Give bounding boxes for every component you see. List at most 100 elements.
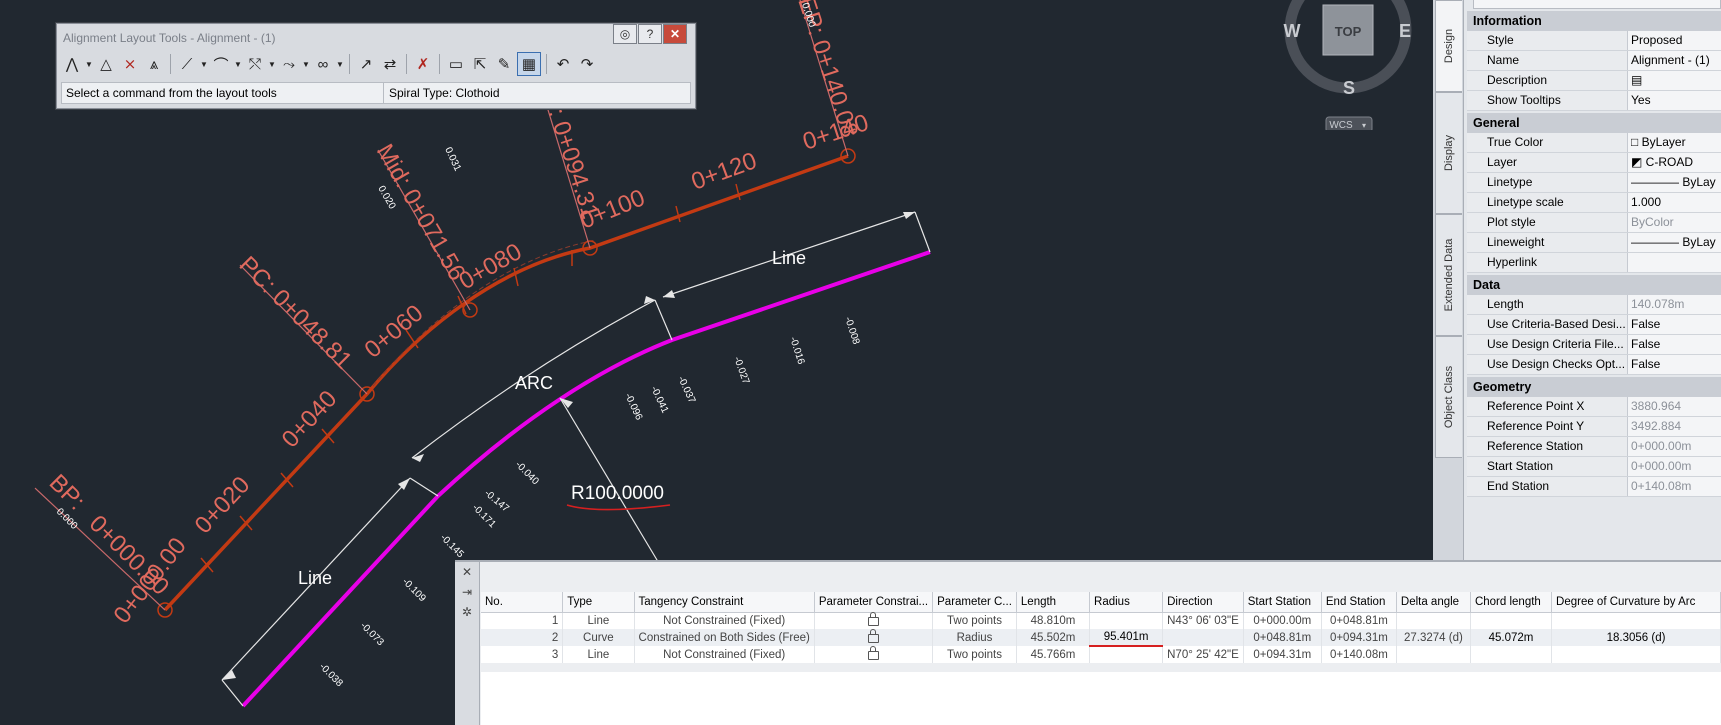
redo-icon[interactable]: ↷ [576, 53, 598, 75]
lock-icon[interactable] [814, 628, 934, 646]
lock-icon[interactable] [814, 645, 934, 663]
property-value[interactable]: ———— ByLay [1628, 173, 1721, 192]
search-field[interactable] [1473, 0, 1721, 9]
property-value[interactable]: ▤ [1628, 71, 1721, 90]
property-value[interactable]: ———— ByLay [1628, 233, 1721, 252]
table-cell[interactable] [1089, 612, 1164, 629]
tab-design[interactable]: Design [1435, 0, 1462, 92]
column-header[interactable]: Type [562, 592, 635, 613]
column-header[interactable]: No. [481, 592, 564, 613]
property-value[interactable]: 3880.964 [1628, 397, 1721, 416]
float-free-icon[interactable]: ∞ [312, 53, 334, 75]
property-row[interactable]: Reference Station 0+000.00m [1467, 437, 1721, 457]
toolbar-help-button[interactable]: ? [638, 24, 662, 44]
section-information[interactable]: Information [1467, 11, 1721, 31]
property-row[interactable]: Style Proposed [1467, 31, 1721, 51]
toolbar-close-button[interactable]: ✕ [663, 24, 687, 44]
convert-icon[interactable]: ↗ [355, 53, 377, 75]
chevron-down-icon[interactable]: ▼ [200, 53, 208, 75]
reverse-icon[interactable]: ⇄ [379, 53, 401, 75]
section-geometry[interactable]: Geometry [1467, 377, 1721, 397]
pi-edit-icon[interactable]: ⩓ [143, 53, 165, 75]
table-row[interactable]: 1 Line Not Constrained (Fixed) Two points 48… [481, 612, 1721, 629]
column-header[interactable]: Length [1016, 592, 1091, 613]
property-row[interactable]: Show Tooltips Yes [1467, 91, 1721, 111]
property-value[interactable]: False [1628, 335, 1721, 354]
table-row[interactable]: 3 Line Not Constrained (Fixed) Two points 45… [481, 645, 1721, 663]
property-row[interactable]: Plot style ByColor [1467, 213, 1721, 233]
chevron-down-icon[interactable]: ▼ [234, 53, 242, 75]
property-value[interactable]: Proposed [1628, 31, 1721, 50]
section-general[interactable]: General [1467, 113, 1721, 133]
pi-icon[interactable]: ⋀ [61, 53, 83, 75]
column-header[interactable]: Parameter Constrai... [814, 592, 934, 613]
property-row[interactable]: End Station 0+140.08m [1467, 477, 1721, 497]
chevron-down-icon[interactable]: ▼ [85, 53, 93, 75]
property-value[interactable]: ByColor [1628, 213, 1721, 232]
property-row[interactable]: Linetype scale 1.000 [1467, 193, 1721, 213]
property-value[interactable] [1628, 253, 1721, 272]
property-value[interactable]: ◩ C-ROAD [1628, 153, 1721, 172]
table-cell[interactable]: 48.810m [1016, 612, 1091, 629]
alignment-entities-panel[interactable]: ✕ ⇥ ✲ No. Type Tangency Constraint Paramete… [455, 560, 1721, 725]
tab-extended-data[interactable]: Extended Data [1435, 214, 1462, 336]
column-header[interactable]: Parameter C... [932, 592, 1017, 613]
line-tools-icon[interactable]: ⟋ [176, 53, 198, 75]
undo-icon[interactable]: ↶ [552, 53, 574, 75]
grid-view-icon[interactable]: ▦ [517, 52, 541, 76]
property-value[interactable]: □ ByLayer [1628, 133, 1721, 152]
section-data[interactable]: Data [1467, 275, 1721, 295]
property-value[interactable]: False [1628, 315, 1721, 334]
gear-icon[interactable]: ✲ [455, 602, 479, 622]
pin-icon[interactable]: ⇥ [455, 582, 479, 602]
table-cell[interactable] [1089, 646, 1164, 663]
chevron-down-icon[interactable]: ▼ [336, 53, 344, 75]
column-header[interactable]: Direction [1162, 592, 1244, 613]
property-row[interactable]: Hyperlink [1467, 253, 1721, 273]
property-value[interactable]: Yes [1628, 91, 1721, 110]
lock-icon[interactable] [814, 612, 934, 629]
property-row[interactable]: Reference Point X 3880.964 [1467, 397, 1721, 417]
property-value[interactable]: 0+000.00m [1628, 437, 1721, 456]
property-row[interactable]: Use Criteria-Based Desi... False [1467, 315, 1721, 335]
table-cell[interactable]: 95.401m [1089, 629, 1164, 647]
delete-entity-icon[interactable]: ✗ [412, 53, 434, 75]
table-row[interactable]: 2 Curve Constrained on Both Sides (Free) Ra… [481, 628, 1721, 647]
column-header[interactable]: Tangency Constraint [634, 592, 815, 613]
column-header[interactable]: Chord length [1470, 592, 1553, 613]
spiral-tools-icon[interactable]: ⤳ [278, 53, 300, 75]
property-value[interactable]: False [1628, 355, 1721, 374]
property-row[interactable]: Start Station 0+000.00m [1467, 457, 1721, 477]
close-icon[interactable]: ✕ [455, 562, 479, 582]
column-header[interactable]: Start Station [1243, 592, 1322, 613]
point-delete-icon[interactable]: ⨯ [119, 53, 141, 75]
property-value[interactable]: 1.000 [1628, 193, 1721, 212]
chevron-down-icon[interactable]: ▼ [268, 53, 276, 75]
chevron-down-icon[interactable]: ▼ [302, 53, 310, 75]
point-add-icon[interactable]: △ [95, 53, 117, 75]
property-row[interactable]: Layer ◩ C-ROAD [1467, 153, 1721, 173]
entity-editor-icon[interactable]: ✎ [493, 53, 515, 75]
column-header[interactable]: Degree of Curvature by Arc [1551, 592, 1721, 613]
property-row[interactable]: Reference Point Y 3492.884 [1467, 417, 1721, 437]
property-row[interactable]: Description ▤ [1467, 71, 1721, 91]
column-header[interactable]: Delta angle [1396, 592, 1471, 613]
property-row[interactable]: True Color □ ByLayer [1467, 133, 1721, 153]
edit-geometry-icon[interactable]: ▭ [445, 53, 467, 75]
property-row[interactable]: Use Design Criteria File... False [1467, 335, 1721, 355]
property-value[interactable]: 140.078m [1628, 295, 1721, 314]
property-value[interactable]: 3492.884 [1628, 417, 1721, 436]
property-value[interactable]: 0+000.00m [1628, 457, 1721, 476]
property-value[interactable]: 0+140.08m [1628, 477, 1721, 496]
column-header[interactable]: End Station [1321, 592, 1397, 613]
toolbar-settings-icon[interactable]: ◎ [613, 24, 637, 44]
table-cell[interactable]: 45.502m [1016, 629, 1091, 646]
pick-entity-icon[interactable]: ⇱ [469, 53, 491, 75]
property-value[interactable]: Alignment - (1) [1628, 51, 1721, 70]
property-row[interactable]: Name Alignment - (1) [1467, 51, 1721, 71]
line-curve-icon[interactable]: ⤲ [244, 53, 266, 75]
view-cube[interactable]: TOP W E S WCS ▾ [1280, 0, 1430, 130]
property-row[interactable]: Lineweight ———— ByLay [1467, 233, 1721, 253]
property-row[interactable]: Use Design Checks Opt... False [1467, 355, 1721, 375]
property-row[interactable]: Linetype ———— ByLay [1467, 173, 1721, 193]
